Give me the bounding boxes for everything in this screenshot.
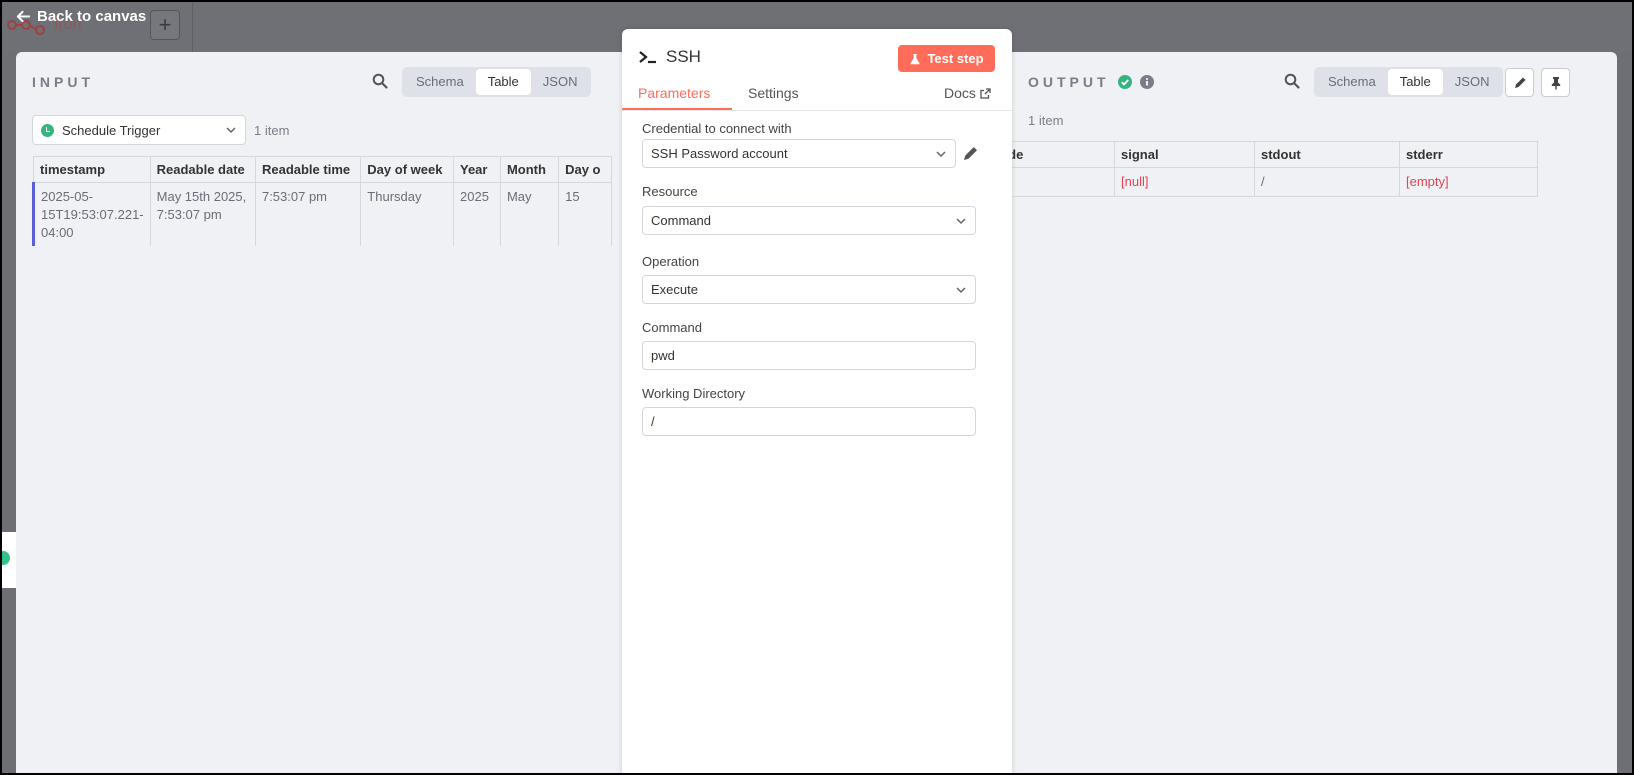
active-tab-indicator bbox=[622, 108, 732, 110]
node-header: SSH Test step Parameters Settings Docs bbox=[622, 29, 1012, 111]
pencil-icon bbox=[1514, 77, 1525, 88]
column-header: timestamp bbox=[33, 156, 151, 183]
node-tabs: Parameters Settings Docs bbox=[622, 81, 1012, 111]
operation-value: Execute bbox=[651, 282, 698, 297]
table-cell[interactable]: [empty] bbox=[1399, 167, 1538, 197]
input-table: timestamp Readable date Readable time Da… bbox=[32, 156, 612, 246]
node-title: SSH bbox=[638, 47, 701, 67]
column-header: Day o bbox=[558, 156, 612, 183]
output-json-tab[interactable]: JSON bbox=[1443, 69, 1502, 95]
table-cell[interactable]: 2025-05-15T19:53:07.221-04:00 bbox=[32, 182, 151, 246]
output-item-count: 1 item bbox=[1028, 113, 1064, 128]
output-schema-tab[interactable]: Schema bbox=[1316, 69, 1388, 95]
success-check-icon bbox=[1117, 75, 1132, 89]
working-directory-input[interactable]: / bbox=[642, 407, 976, 436]
table-cell[interactable]: May bbox=[499, 182, 560, 246]
back-to-canvas-label: Back to canvas bbox=[37, 8, 147, 25]
edit-output-button[interactable] bbox=[1505, 68, 1534, 97]
operation-label: Operation bbox=[642, 254, 700, 269]
add-button[interactable]: + bbox=[150, 10, 180, 40]
table-cell[interactable]: 7:53:07 pm bbox=[254, 182, 362, 246]
working-directory-value: / bbox=[651, 414, 655, 429]
input-view-toggle: Schema Table JSON bbox=[402, 67, 592, 97]
column-header: Readable date bbox=[149, 156, 256, 183]
chevron-down-icon bbox=[226, 127, 236, 134]
status-dot bbox=[2, 551, 10, 565]
table-cell[interactable]: 2025 bbox=[453, 182, 501, 246]
input-item-count: 1 item bbox=[254, 123, 290, 138]
flask-icon bbox=[910, 53, 921, 64]
table-header-row: timestamp Readable date Readable time Da… bbox=[33, 156, 612, 183]
output-table: code signal stdout stderr 0 [null] / [em… bbox=[986, 141, 1538, 197]
parameters-form: Credential to connect with SSH Password … bbox=[622, 111, 1012, 773]
table-cell[interactable]: 15 bbox=[558, 182, 612, 246]
external-link-icon bbox=[980, 87, 991, 99]
chevron-down-icon bbox=[956, 286, 966, 293]
input-table-container: timestamp Readable date Readable time Da… bbox=[32, 156, 612, 246]
tab-settings[interactable]: Settings bbox=[748, 85, 799, 101]
node-title-text: SSH bbox=[666, 47, 701, 66]
input-title: INPUT bbox=[32, 74, 94, 90]
pin-icon bbox=[1551, 76, 1560, 89]
operation-select[interactable]: Execute bbox=[642, 275, 976, 304]
column-header: Month bbox=[499, 156, 560, 183]
header-divider bbox=[192, 2, 193, 52]
table-row[interactable]: 0 [null] / [empty] bbox=[986, 167, 1538, 197]
table-row[interactable]: 2025-05-15T19:53:07.221-04:00 May 15th 2… bbox=[32, 182, 612, 246]
column-header: signal bbox=[1114, 141, 1255, 168]
output-title-group: OUTPUT bbox=[1028, 74, 1154, 90]
docs-label: Docs bbox=[944, 85, 976, 101]
input-schema-tab[interactable]: Schema bbox=[404, 69, 476, 95]
table-cell[interactable]: / bbox=[1254, 167, 1400, 197]
clock-icon bbox=[41, 123, 54, 137]
column-header: Day of week bbox=[360, 156, 454, 183]
pin-output-button[interactable] bbox=[1541, 68, 1570, 97]
column-header: stdout bbox=[1254, 141, 1400, 168]
test-step-button[interactable]: Test step bbox=[898, 45, 995, 72]
command-input[interactable]: pwd bbox=[642, 341, 976, 370]
input-node-select-value: Schedule Trigger bbox=[62, 122, 161, 138]
input-table-tab[interactable]: Table bbox=[475, 69, 531, 95]
test-step-label: Test step bbox=[927, 51, 984, 66]
back-to-canvas-button[interactable]: Back to canvas bbox=[16, 8, 146, 25]
input-node-select[interactable]: Schedule Trigger bbox=[32, 115, 246, 145]
resource-value: Command bbox=[651, 213, 711, 228]
column-header: Year bbox=[453, 156, 501, 183]
credential-label: Credential to connect with bbox=[642, 121, 792, 136]
chevron-down-icon bbox=[936, 150, 946, 157]
search-icon[interactable] bbox=[372, 73, 388, 89]
command-label: Command bbox=[642, 320, 702, 335]
table-cell[interactable]: May 15th 2025, 7:53:07 pm bbox=[149, 182, 256, 246]
column-header: stderr bbox=[1399, 141, 1538, 168]
chevron-down-icon bbox=[956, 217, 966, 224]
output-search-icon[interactable] bbox=[1284, 73, 1300, 89]
resource-label: Resource bbox=[642, 184, 698, 199]
tab-parameters[interactable]: Parameters bbox=[638, 85, 710, 101]
working-directory-label: Working Directory bbox=[642, 386, 746, 401]
arrow-left-icon bbox=[16, 10, 31, 23]
output-title: OUTPUT bbox=[1028, 74, 1110, 90]
table-cell[interactable]: Thursday bbox=[360, 182, 454, 246]
credential-value: SSH Password account bbox=[651, 146, 788, 161]
terminal-icon bbox=[639, 51, 656, 64]
output-view-toggle: Schema Table JSON bbox=[1314, 67, 1504, 97]
table-header-row: code signal stdout stderr bbox=[986, 141, 1538, 168]
command-value: pwd bbox=[651, 348, 675, 363]
resource-select[interactable]: Command bbox=[642, 206, 976, 235]
edit-credential-icon[interactable] bbox=[961, 145, 979, 163]
app-frame: Iron + Back to canvas INPUT Schema Table… bbox=[0, 0, 1634, 775]
info-icon[interactable] bbox=[1139, 75, 1154, 89]
node-parameters-panel: SSH Test step Parameters Settings Docs C… bbox=[622, 29, 1012, 773]
tab-docs[interactable]: Docs bbox=[944, 85, 991, 101]
input-json-tab[interactable]: JSON bbox=[531, 69, 590, 95]
output-table-tab[interactable]: Table bbox=[1387, 69, 1443, 95]
table-cell[interactable]: [null] bbox=[1114, 167, 1255, 197]
credential-select[interactable]: SSH Password account bbox=[642, 139, 956, 168]
output-table-container: code signal stdout stderr 0 [null] / [em… bbox=[986, 141, 1538, 197]
column-header: Readable time bbox=[254, 156, 362, 183]
